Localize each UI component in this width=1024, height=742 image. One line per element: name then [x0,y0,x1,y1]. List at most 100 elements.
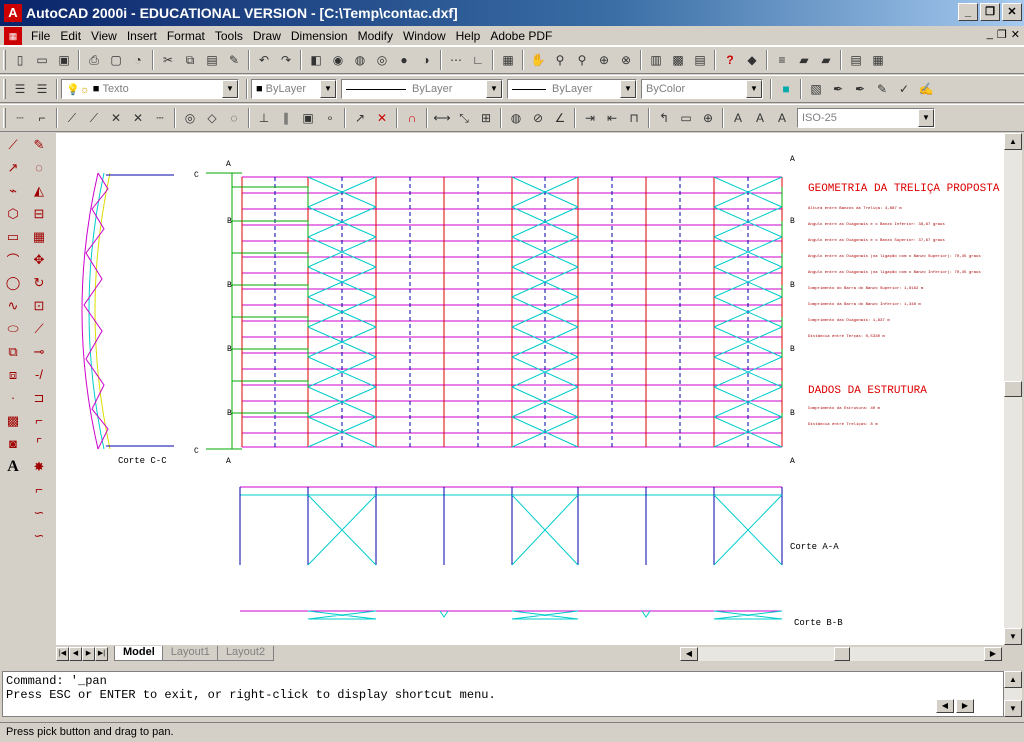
array-icon[interactable]: ▦ [26,225,52,248]
construction-line-icon[interactable]: ↗ [0,156,26,179]
menu-view[interactable]: View [86,29,122,43]
scroll-right-icon[interactable]: ▶ [984,647,1002,661]
open-icon[interactable]: ▭ [31,49,53,71]
chevron-down-icon[interactable]: ▼ [486,80,502,98]
lineweight-select[interactable]: ByLayer ▼ [507,79,637,99]
zoom-previous-icon[interactable]: ⊕ [593,49,615,71]
minimize-button[interactable]: _ [958,3,978,21]
plotstyle-select[interactable]: ByColor ▼ [641,79,763,99]
menu-window[interactable]: Window [398,29,451,43]
command-window[interactable]: Command: '_pan Press ESC or ENTER to exi… [2,671,1004,717]
pencil-icon[interactable]: ✎ [871,78,893,100]
snap-center-icon[interactable]: ◎ [179,107,201,129]
scale-icon[interactable]: ⊡ [26,294,52,317]
menu-edit[interactable]: Edit [55,29,86,43]
insert-block-icon[interactable]: ⧉ [0,340,26,363]
scroll-up-icon[interactable]: ▲ [1004,671,1022,688]
menu-adobe-pdf[interactable]: Adobe PDF [485,29,557,43]
snap-midpoint-icon[interactable]: ⟋ [83,107,105,129]
doc-close-button[interactable]: ✕ [1011,28,1020,41]
text-tool-icon[interactable]: ▤ [845,49,867,71]
line-icon[interactable]: ⟋ [0,133,26,156]
extend-icon[interactable]: ⊐ [26,386,52,409]
tolerance-icon[interactable]: ▭ [675,107,697,129]
chevron-down-icon[interactable]: ▼ [746,80,762,98]
arc-icon[interactable]: ⌒ [0,248,26,271]
snap-extension-icon[interactable]: ┄ [149,107,171,129]
snap-endpoint-icon[interactable]: ⟋ [61,107,83,129]
osnap-settings-icon[interactable]: ∩ [401,107,423,129]
dim-update-icon[interactable]: A [771,107,793,129]
print-icon[interactable]: ⎙ [83,49,105,71]
dim-aligned-icon[interactable]: ⤡ [453,107,475,129]
move-icon[interactable]: ✥ [26,248,52,271]
undo-icon[interactable]: ↶ [253,49,275,71]
make-block-icon[interactable]: ⧈ [0,363,26,386]
snap-none-icon[interactable]: ✕ [371,107,393,129]
close-button[interactable]: ✕ [1002,3,1022,21]
snap-tangent-icon[interactable]: ◌ [223,107,245,129]
copy-object-icon[interactable]: ◌ [26,156,52,179]
rotate-icon[interactable]: ↻ [26,271,52,294]
snap-perpendicular-icon[interactable]: ⊥ [253,107,275,129]
doc-minimize-button[interactable]: _ [987,28,993,41]
stretch-icon[interactable]: ⟋ [26,317,52,340]
menu-format[interactable]: Format [162,29,210,43]
edit-polyline-icon[interactable]: ⌐ [26,478,52,501]
menu-help[interactable]: Help [451,29,486,43]
dim-edit-icon[interactable]: A [727,107,749,129]
menu-dimension[interactable]: Dimension [286,29,353,43]
hscroll-thumb[interactable] [834,647,850,661]
aerial-view-icon[interactable]: ⊗ [615,49,637,71]
menu-file[interactable]: File [26,29,55,43]
ucs-icon[interactable]: ∟ [467,49,489,71]
ink-icon[interactable]: ✍ [915,78,937,100]
web-icon[interactable]: ◑ [415,49,437,71]
last-tab-icon[interactable]: ▶| [95,646,108,661]
spline-icon[interactable]: ∿ [0,294,26,317]
drawing-area[interactable]: A A A A C C B B B B B B B B Corte C-C Co… [56,133,1004,645]
properties-icon[interactable]: ▥ [645,49,667,71]
tracking-icon[interactable]: ⋯ [445,49,467,71]
center-mark-icon[interactable]: ⊕ [697,107,719,129]
circle-icon[interactable]: ◯ [0,271,26,294]
menu-draw[interactable]: Draw [248,29,286,43]
leader-icon[interactable]: ↰ [653,107,675,129]
dim-baseline-icon[interactable]: ⇤ [601,107,623,129]
tab-model[interactable]: Model [114,646,164,661]
named-views-icon[interactable]: ▦ [497,49,519,71]
mtext-icon[interactable]: A [0,455,26,478]
polyline-icon[interactable]: ⌁ [0,179,26,202]
pen2-icon[interactable]: ✒ [849,78,871,100]
dbconnect-icon[interactable]: ▤ [689,49,711,71]
globe-icon[interactable]: ● [393,49,415,71]
scroll-left-icon[interactable]: ◀ [936,699,954,713]
tab-layout1[interactable]: Layout1 [161,646,219,661]
design-center-icon[interactable]: ▩ [667,49,689,71]
region-icon[interactable]: ◙ [0,432,26,455]
command-hscroll[interactable]: ◀ ▶ [936,699,1002,715]
doc-restore-button[interactable]: ❐ [997,28,1007,41]
next-tab-icon[interactable]: ▶ [82,646,95,661]
dim-angular-icon[interactable]: ∠ [549,107,571,129]
menu-modify[interactable]: Modify [353,29,398,43]
erase-icon[interactable]: ✎ [26,133,52,156]
pdf-icon[interactable]: ◆ [741,49,763,71]
chamfer-icon[interactable]: ⌜ [26,432,52,455]
snap-parallel-icon[interactable]: ∥ [275,107,297,129]
document-icon[interactable]: ▦ [4,26,22,45]
today-icon[interactable]: ◧ [305,49,327,71]
explode-icon[interactable]: ✸ [26,455,52,478]
hatch-icon[interactable]: ▩ [0,409,26,432]
edit-spline-icon[interactable]: ∽ [26,501,52,524]
snap-quadrant-icon[interactable]: ◇ [201,107,223,129]
redo-icon[interactable]: ↷ [275,49,297,71]
pen-icon[interactable]: ✒ [827,78,849,100]
help-icon[interactable]: ? [719,49,741,71]
first-tab-icon[interactable]: |◀ [56,646,69,661]
copy-icon[interactable]: ⧉ [179,49,201,71]
paste-icon[interactable]: ▤ [201,49,223,71]
layer-previous-icon[interactable]: ☰ [31,78,53,100]
snap-from-icon[interactable]: ⌐ [31,107,53,129]
scroll-down-icon[interactable]: ▼ [1004,628,1022,645]
